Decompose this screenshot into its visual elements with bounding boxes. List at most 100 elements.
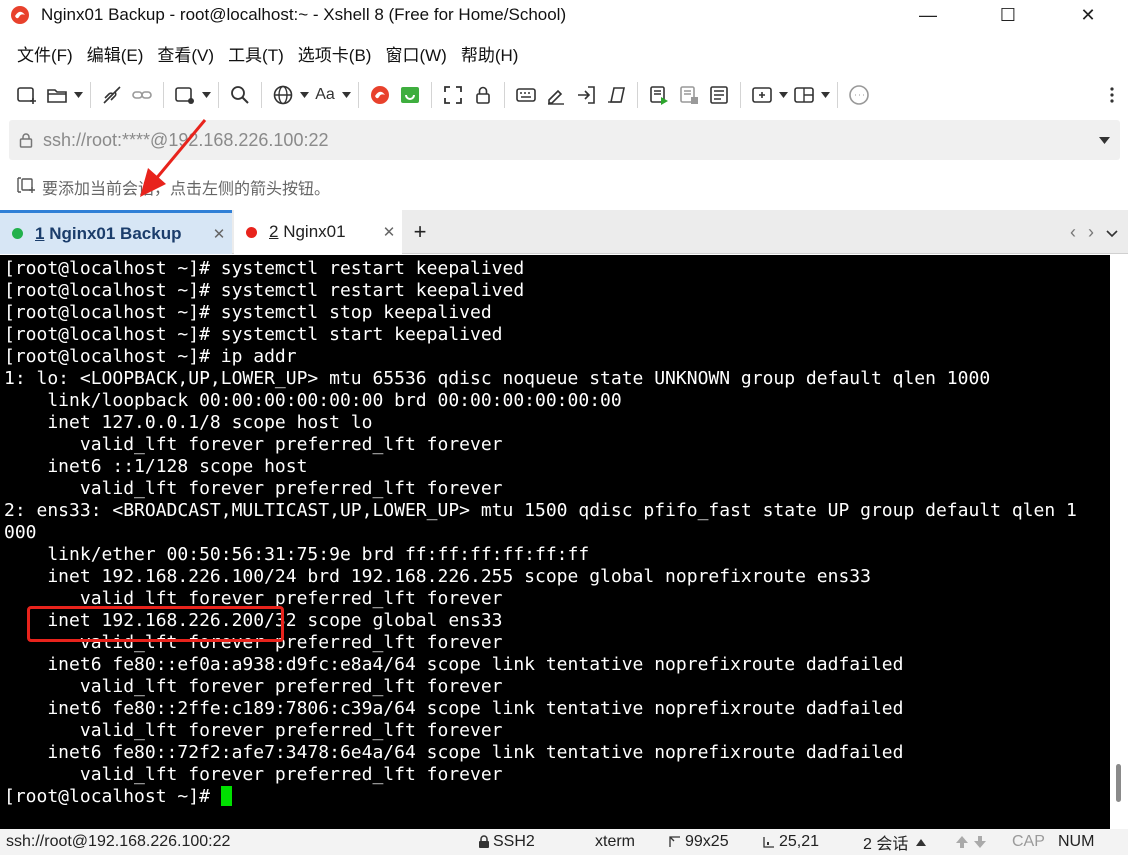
arrow-down-icon[interactable]	[973, 835, 987, 849]
menu-file[interactable]: 文件(F)	[10, 38, 80, 69]
arrow-up-icon[interactable]	[955, 835, 969, 849]
compose-icon[interactable]	[601, 80, 631, 110]
terminal-line: inet6 fe80::2ffe:c189:7806:c39a/64 scope…	[4, 698, 904, 719]
keyboard-icon[interactable]	[511, 80, 541, 110]
terminal-line: inet6 fe80::ef0a:a938:d9fc:e8a4/64 scope…	[4, 654, 904, 675]
tab-nginx01-backup[interactable]: 1 Nginx01 Backup ✕	[0, 210, 232, 254]
terminal[interactable]: [root@localhost ~]# systemctl restart ke…	[0, 255, 1128, 829]
new-window-icon[interactable]	[170, 80, 200, 110]
lock-icon[interactable]	[468, 80, 498, 110]
layout-icon[interactable]	[789, 80, 819, 110]
globe-icon[interactable]	[268, 80, 298, 110]
terminal-line: [root@localhost ~]# systemctl stop keepa…	[4, 302, 492, 323]
toolbar-separator	[431, 82, 432, 108]
address-dropdown-icon[interactable]	[1088, 136, 1120, 144]
toolbar-separator	[358, 82, 359, 108]
font-icon[interactable]: Aa	[310, 80, 340, 110]
terminal-line: valid_lft forever preferred_lft forever	[4, 764, 503, 785]
add-tab-icon[interactable]	[747, 80, 777, 110]
status-cursor: 25,21	[762, 829, 819, 855]
tab-nginx01[interactable]: 2 Nginx01 ✕	[234, 210, 402, 254]
status-sessions[interactable]: 2 会话	[863, 829, 927, 855]
sessions-label: 2 会话	[863, 836, 909, 853]
terminal-line: 000	[4, 522, 37, 543]
search-icon[interactable]	[225, 80, 255, 110]
status-connection: ssh://root@192.168.226.100:22	[6, 833, 231, 850]
terminal-prompt: [root@localhost ~]#	[4, 786, 221, 807]
toolbar-separator	[504, 82, 505, 108]
tab-number: 1	[35, 223, 45, 243]
toolbar-separator	[90, 82, 91, 108]
status-num: NUM	[1058, 833, 1095, 850]
script-run-icon[interactable]	[644, 80, 674, 110]
close-tab-icon[interactable]: ✕	[376, 223, 402, 241]
terminal-cursor	[220, 786, 232, 806]
more-icon[interactable]	[1106, 80, 1118, 110]
terminal-prompt-line: [root@localhost ~]#	[4, 786, 1077, 808]
lock-icon	[479, 835, 489, 848]
status-protocol: SSH2	[478, 829, 535, 855]
add-tab-dropdown-icon[interactable]	[777, 80, 789, 110]
title-bar: Nginx01 Backup - root@localhost:~ - Xshe…	[0, 0, 1128, 30]
window-dropdown-icon[interactable]	[200, 80, 212, 110]
toolbar-separator	[218, 82, 219, 108]
layout-dropdown-icon[interactable]	[819, 80, 831, 110]
status-nav-arrows	[955, 829, 987, 855]
xftp-icon[interactable]	[395, 80, 425, 110]
menu-bar: 文件(F) 编辑(E) 查看(V) 工具(T) 选项卡(B) 窗口(W) 帮助(…	[0, 38, 1128, 68]
menu-window[interactable]: 窗口(W)	[378, 38, 453, 69]
log-icon[interactable]	[704, 80, 734, 110]
menu-view[interactable]: 查看(V)	[150, 38, 221, 69]
font-dropdown-icon[interactable]	[340, 80, 352, 110]
toolbar-separator	[637, 82, 638, 108]
tab-label: 2 Nginx01	[269, 222, 376, 242]
size-label: 99x25	[685, 833, 729, 850]
fullscreen-icon[interactable]	[438, 80, 468, 110]
new-session-icon[interactable]	[12, 80, 42, 110]
toolbar: Aa	[0, 76, 1128, 114]
tab-bar: 1 Nginx01 Backup ✕ 2 Nginx01 ✕ + ‹ ›	[0, 210, 1128, 254]
terminal-line: valid_lft forever preferred_lft forever	[4, 676, 503, 697]
tab-title: Nginx01	[283, 222, 346, 241]
tab-list-icon[interactable]	[1106, 222, 1118, 243]
scrollbar-thumb[interactable]	[1116, 764, 1121, 802]
menu-tools[interactable]: 工具(T)	[221, 38, 291, 69]
hint-bar: 要添加当前会话，点击左侧的箭头按钮。	[0, 172, 1128, 202]
link-icon[interactable]	[127, 80, 157, 110]
status-bar: ssh://root@192.168.226.100:22 SSH2 xterm…	[0, 829, 1128, 855]
close-tab-icon[interactable]: ✕	[206, 225, 232, 243]
close-window-button[interactable]: ✕	[1048, 0, 1128, 30]
add-tab-button[interactable]: +	[408, 210, 432, 254]
xshell-logo-icon[interactable]	[365, 80, 395, 110]
add-session-arrow-icon[interactable]	[16, 176, 36, 199]
globe-dropdown-icon[interactable]	[298, 80, 310, 110]
terminal-line: link/ether 00:50:56:31:75:9e brd ff:ff:f…	[4, 544, 590, 565]
tab-next-icon[interactable]: ›	[1088, 222, 1094, 243]
terminal-line: inet6 ::1/128 scope host	[4, 456, 308, 477]
open-folder-icon[interactable]	[42, 80, 72, 110]
toolbar-separator	[740, 82, 741, 108]
highlight-icon[interactable]	[541, 80, 571, 110]
menu-help[interactable]: 帮助(H)	[454, 38, 526, 69]
terminal-scrollbar[interactable]	[1110, 255, 1128, 829]
script-stop-icon[interactable]	[674, 80, 704, 110]
login-script-icon[interactable]	[571, 80, 601, 110]
minimize-button[interactable]: —	[888, 0, 968, 30]
menu-tab[interactable]: 选项卡(B)	[291, 38, 379, 69]
maximize-button[interactable]: ☐	[968, 0, 1048, 30]
terminal-line: [root@localhost ~]# systemctl restart ke…	[4, 280, 525, 301]
tab-prev-icon[interactable]: ‹	[1070, 222, 1076, 243]
toolbar-separator	[837, 82, 838, 108]
tab-number: 2	[269, 222, 279, 241]
terminal-line: 1: lo: <LOOPBACK,UP,LOWER_UP> mtu 65536 …	[4, 368, 991, 389]
address-input[interactable]: ssh://root:****@192.168.226.100:22	[43, 130, 1088, 151]
terminal-line: inet6 fe80::72f2:afe7:3478:6e4a/64 scope…	[4, 742, 904, 763]
xshell-app-icon	[9, 4, 31, 26]
open-dropdown-icon[interactable]	[72, 80, 84, 110]
chat-icon[interactable]	[844, 80, 874, 110]
disconnect-icon[interactable]	[97, 80, 127, 110]
terminal-line: [root@localhost ~]# ip addr	[4, 346, 297, 367]
resize-icon	[669, 836, 680, 847]
address-bar[interactable]: ssh://root:****@192.168.226.100:22	[9, 120, 1120, 160]
menu-edit[interactable]: 编辑(E)	[80, 38, 151, 69]
